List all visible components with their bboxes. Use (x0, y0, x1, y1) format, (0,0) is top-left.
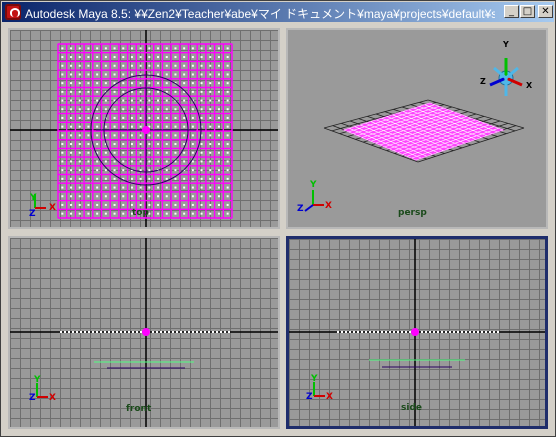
viewport-side[interactable]: Y X Z side (286, 236, 548, 429)
svg-text:Y: Y (309, 180, 317, 190)
pivot-point (142, 126, 150, 134)
axis-x-label: X (49, 203, 56, 213)
side-pivot (411, 328, 419, 336)
svg-text:Y: Y (33, 375, 41, 385)
axis-z-label: Z (29, 209, 36, 219)
svg-text:Y: Y (310, 374, 318, 384)
svg-text:X: X (325, 201, 332, 211)
cube-x-label: X (526, 81, 533, 90)
front-view-scene: Y X Z (10, 238, 278, 427)
front-pivot (142, 328, 150, 336)
maya-window: Autodesk Maya 8.5: ¥¥Zen2¥Teacher¥abe¥マイ… (0, 0, 556, 437)
minimize-button[interactable]: _ (504, 5, 519, 18)
viewport-top[interactable]: Y X Z top (8, 28, 280, 229)
close-button[interactable]: ✕ (538, 5, 553, 18)
viewport-label-top: top (132, 208, 149, 218)
window-title: Autodesk Maya 8.5: ¥¥Zen2¥Teacher¥abe¥マイ… (25, 7, 495, 21)
svg-text:Z: Z (29, 393, 36, 403)
cube-z-label: Z (480, 77, 486, 86)
viewport-front[interactable]: Y X Z front (8, 236, 280, 429)
svg-text:X: X (49, 393, 56, 403)
viewport-label-side: side (401, 403, 422, 413)
cube-y-label: Y (502, 40, 509, 49)
svg-text:Z: Z (306, 392, 313, 402)
title-bar[interactable]: Autodesk Maya 8.5: ¥¥Zen2¥Teacher¥abe¥マイ… (2, 2, 554, 22)
persp-view-scene: Y Z X Y X Z (297, 40, 533, 214)
side-view-scene: Y X Z (289, 239, 545, 426)
viewport-label-persp: persp (398, 208, 427, 218)
viewport-label-front: front (126, 404, 152, 414)
maximize-button[interactable]: □ (520, 5, 535, 18)
viewport-persp[interactable]: Y Z X Y X Z persp (286, 28, 548, 229)
svg-text:X: X (326, 392, 333, 402)
view-axis-manipulator: Y Z X (480, 40, 533, 96)
top-view-scene: Y X Z (10, 30, 278, 227)
svg-text:Z: Z (297, 204, 304, 214)
axis-y-label: Y (29, 193, 37, 203)
maya-app-icon[interactable] (5, 4, 21, 20)
